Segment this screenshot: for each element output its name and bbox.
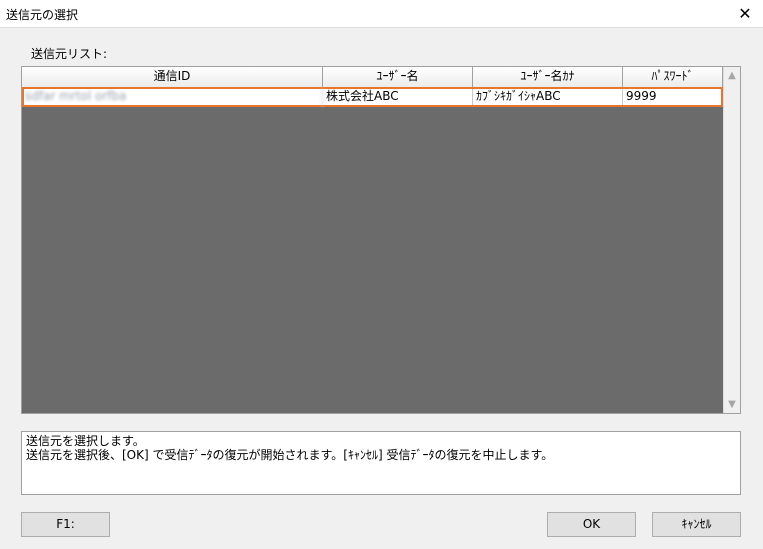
message-line-2: 送信元を選択後、[OK] で受信ﾃﾞｰﾀの復元が開始されます。[ｷｬﾝｾﾙ] 受… — [26, 448, 554, 462]
cell-comm-id: sdfar mrtol orfba — [22, 87, 323, 107]
vertical-scrollbar[interactable]: ▲ ▼ — [723, 67, 740, 413]
cancel-button[interactable]: ｷｬﾝｾﾙ — [652, 512, 741, 537]
message-box: 送信元を選択します。 送信元を選択後、[OK] で受信ﾃﾞｰﾀの復元が開始されま… — [21, 431, 741, 495]
source-list-grid[interactable]: 通信ID ﾕｰｻﾞｰ名 ﾕｰｻﾞｰ名ｶﾅ ﾊﾟｽﾜｰﾄﾞ sdfar mrtol… — [21, 66, 741, 414]
title-bar: 送信元の選択 ✕ — [0, 0, 763, 28]
ok-button[interactable]: OK — [547, 512, 636, 537]
cell-password: 9999 — [623, 87, 723, 107]
cell-user-name: 株式会社ABC — [323, 87, 473, 107]
f1-button[interactable]: F1: — [21, 512, 110, 537]
grid-header: 通信ID ﾕｰｻﾞｰ名 ﾕｰｻﾞｰ名ｶﾅ ﾊﾟｽﾜｰﾄﾞ — [22, 67, 723, 88]
table-row[interactable]: sdfar mrtol orfba 株式会社ABC ｶﾌﾞｼｷｶﾞｲｼｬABC … — [22, 87, 723, 107]
column-header-user-name[interactable]: ﾕｰｻﾞｰ名 — [323, 67, 473, 87]
cell-user-kana: ｶﾌﾞｼｷｶﾞｲｼｬABC — [473, 87, 623, 107]
column-header-comm-id[interactable]: 通信ID — [22, 67, 323, 87]
close-icon[interactable]: ✕ — [727, 0, 763, 28]
column-header-password[interactable]: ﾊﾟｽﾜｰﾄﾞ — [623, 67, 723, 87]
source-list-label: 送信元リスト: — [31, 47, 108, 61]
scroll-down-icon[interactable]: ▼ — [724, 396, 740, 413]
column-header-user-kana[interactable]: ﾕｰｻﾞｰ名ｶﾅ — [473, 67, 623, 87]
message-line-1: 送信元を選択します。 — [26, 434, 145, 448]
window-title: 送信元の選択 — [6, 8, 79, 22]
scroll-up-icon[interactable]: ▲ — [724, 67, 740, 84]
